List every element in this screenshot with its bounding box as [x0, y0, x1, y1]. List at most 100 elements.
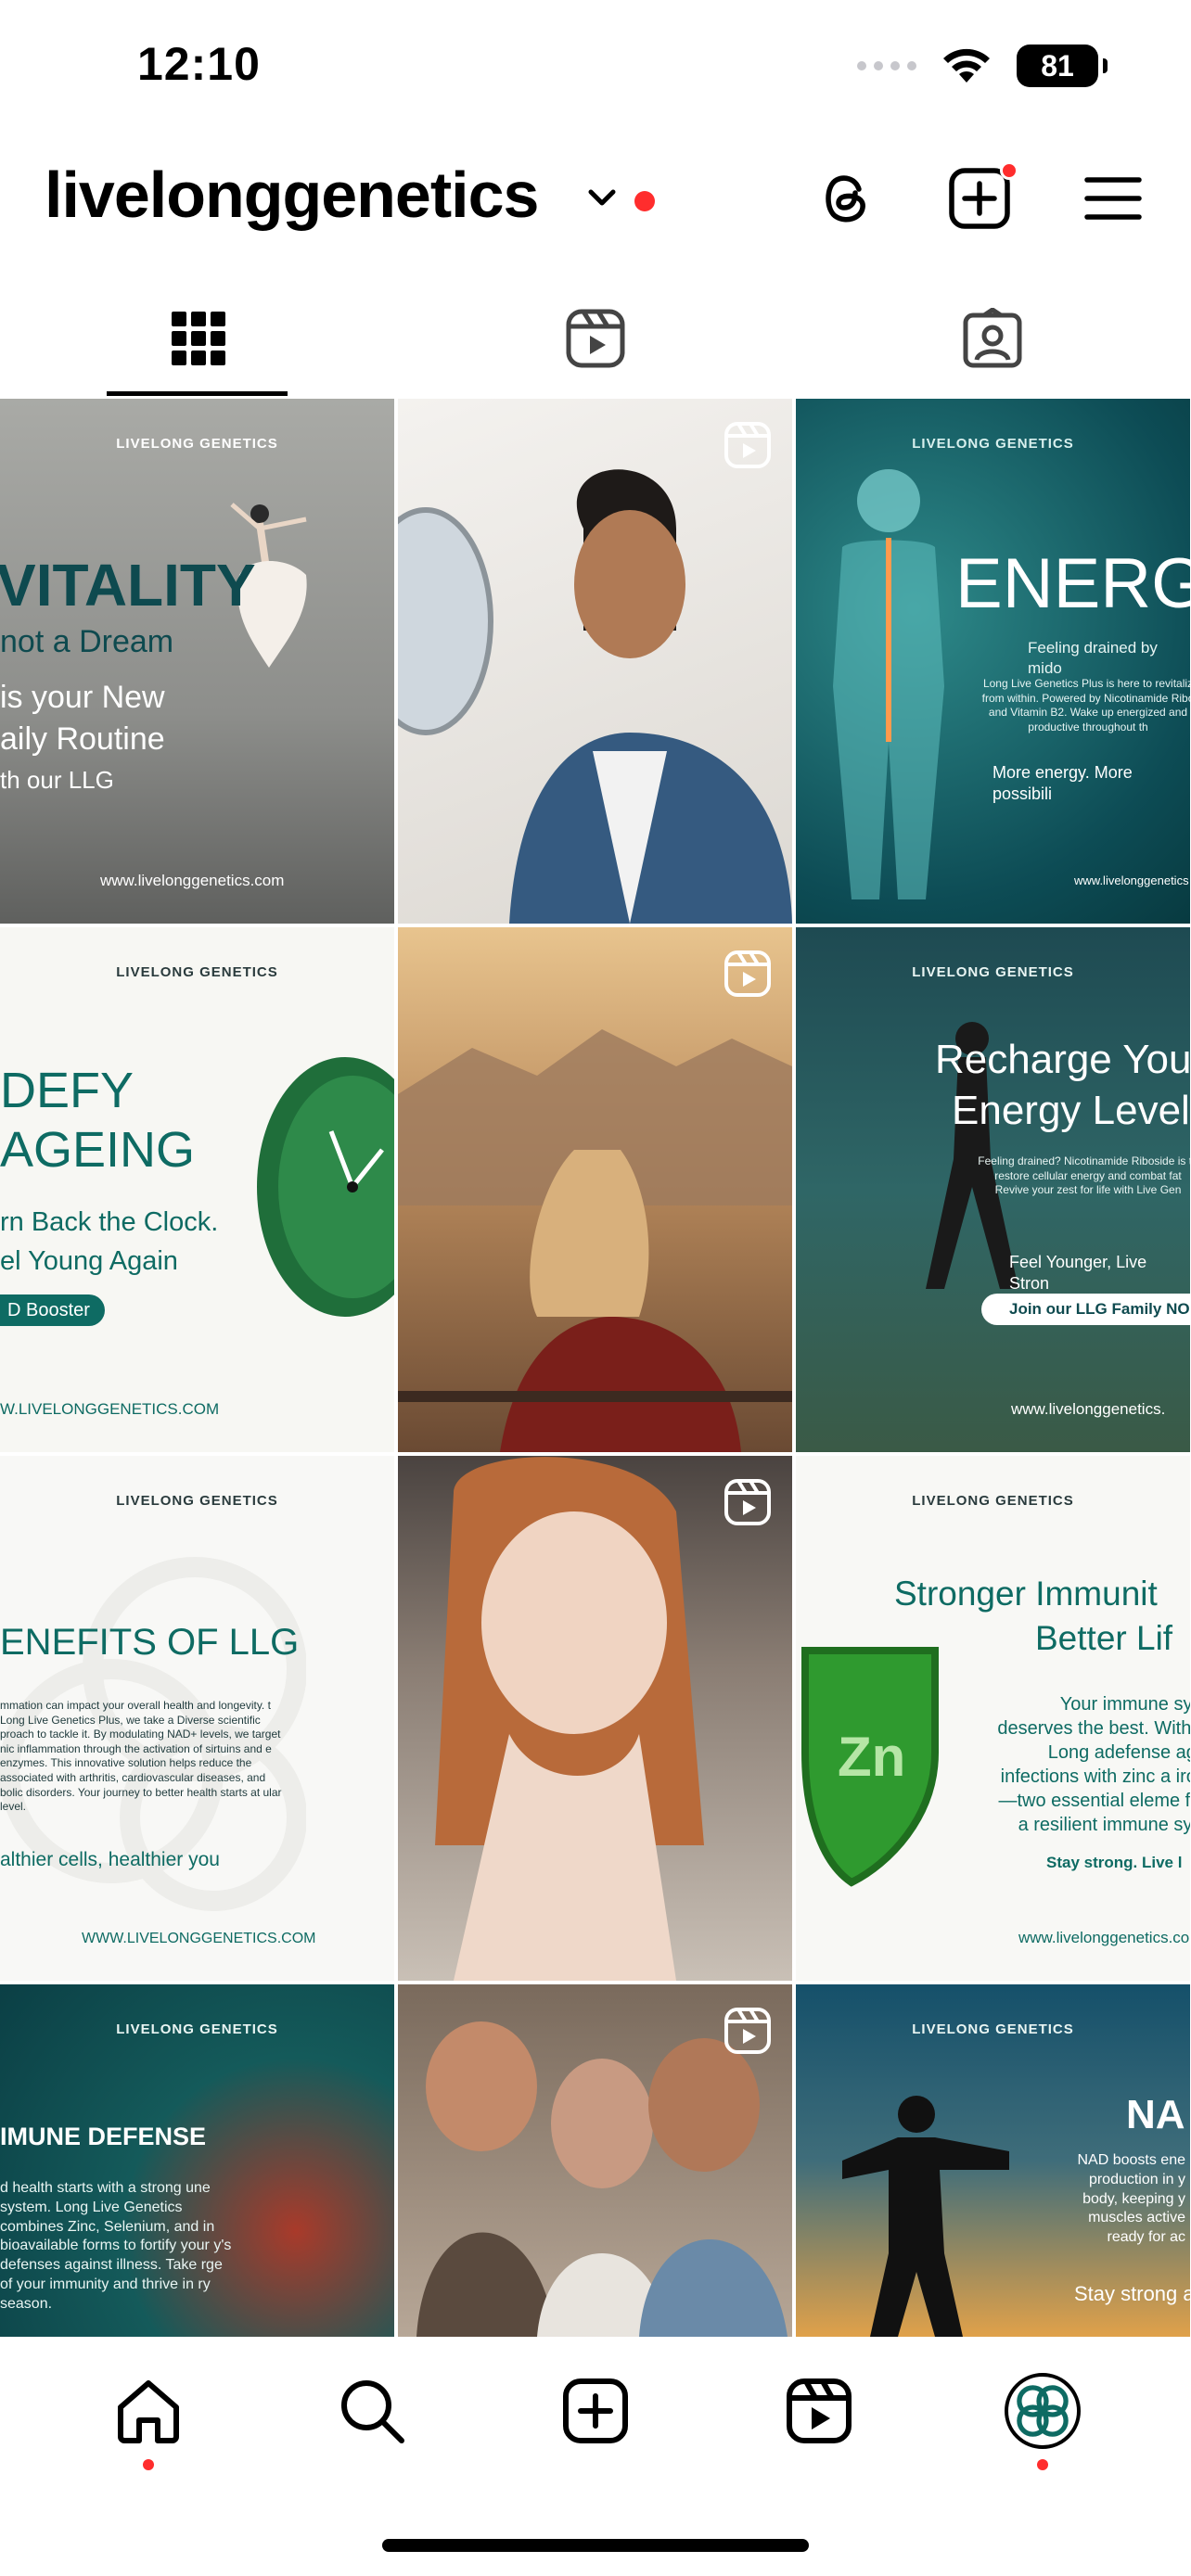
anatomy-image — [833, 469, 944, 899]
post-line: rn Back the Clock. — [0, 1207, 219, 1237]
post-title: NA — [1126, 2092, 1185, 2137]
account-switcher[interactable]: livelonggenetics — [45, 158, 539, 232]
threads-icon — [826, 175, 865, 223]
reels-icon — [566, 309, 625, 368]
post-title: Better Lif — [1035, 1619, 1173, 1657]
post-title: ENERGY — [955, 544, 1190, 623]
woman-mirror-image — [398, 469, 792, 924]
shield-badge-text: Zn — [838, 1726, 905, 1788]
post-tile[interactable]: LIVELONG GENETICS Recharge You Energy Le… — [796, 927, 1190, 1452]
reel-tile[interactable] — [398, 399, 792, 924]
post-logo: LIVELONG GENETICS — [912, 436, 1074, 452]
status-time: 12:10 — [137, 38, 261, 90]
post-url: www.livelonggenetics — [1074, 874, 1189, 887]
reel-tile[interactable] — [398, 1456, 792, 1981]
menu-button[interactable] — [1080, 165, 1146, 232]
status-icons: 81 — [857, 45, 1108, 87]
post-body: Your immune syst deserves the best. With… — [997, 1694, 1190, 1835]
chevron-down-icon[interactable] — [586, 182, 618, 213]
clock-image — [257, 1057, 394, 1317]
nav-create[interactable] — [549, 2365, 642, 2457]
menu-icon — [1084, 177, 1142, 220]
post-body: NAD boosts ene production in y body, kee… — [1077, 2152, 1185, 2246]
reel-indicator-icon — [724, 1479, 771, 1525]
reels-icon — [786, 2378, 852, 2443]
threads-button[interactable] — [813, 165, 879, 232]
status-bar: 12:10 81 — [0, 0, 1191, 139]
post-url: www.livelonggenetics. — [1011, 1400, 1166, 1418]
post-subtitle: not a Dream — [0, 624, 174, 659]
post-subtitle: Feeling drained by mido — [1028, 639, 1158, 678]
battery-level: 81 — [1041, 48, 1074, 83]
post-tile[interactable]: LIVELONG GENETICS Stronger Immunit Bette… — [796, 1456, 1190, 1981]
post-url: www.livelonggenetics.com — [1018, 1929, 1190, 1946]
post-tile[interactable]: LIVELONG GENETICS NA NAD boosts ene prod… — [796, 1984, 1190, 2337]
post-title: Stronger Immunit — [894, 1575, 1158, 1613]
post-line: is your New — [0, 680, 165, 715]
boxer-silhouette-image — [842, 2096, 1009, 2337]
post-logo: LIVELONG GENETICS — [912, 964, 1074, 980]
post-url: WWW.LIVELONGGENETICS.COM — [82, 1931, 316, 1946]
post-tile[interactable]: LIVELONG GENETICS DEFY AGEING rn Back th… — [0, 927, 394, 1452]
notification-dot — [634, 191, 655, 211]
post-logo: LIVELONG GENETICS — [912, 1493, 1074, 1509]
reel-indicator-icon — [724, 422, 771, 468]
post-tagline: Stay strong. Live l — [1046, 1854, 1183, 1871]
post-logo: LIVELONG GENETICS — [116, 964, 278, 980]
nav-reels[interactable] — [773, 2365, 865, 2457]
post-url: www.livelonggenetics.com — [100, 872, 285, 889]
reel-tile[interactable] — [398, 1984, 792, 2337]
post-logo: LIVELONG GENETICS — [912, 2021, 1074, 2037]
post-line: aily Routine — [0, 721, 165, 757]
bottom-tab-bar — [0, 2346, 1191, 2476]
post-title: AGEING — [0, 1122, 196, 1178]
battery-icon: 81 — [1017, 45, 1108, 87]
post-line: el Young Again — [0, 1246, 178, 1276]
post-line: th our LLG — [0, 766, 114, 794]
grid-icon — [172, 312, 225, 365]
reel-indicator-icon — [724, 950, 771, 997]
home-icon — [118, 2380, 180, 2443]
post-pill: D Booster — [0, 1294, 105, 1326]
post-title: ENEFITS OF LLG — [0, 1622, 300, 1663]
shield-image: Zn — [801, 1647, 939, 1887]
post-tile[interactable]: LIVELONG GENETICS ENEFITS OF LLG mmation… — [0, 1456, 394, 1981]
notification-dot — [1000, 161, 1018, 180]
posts-grid: LIVELONG GENETICS VITALITY not a Dream i… — [0, 399, 1191, 2337]
post-tagline: Feel Younger, Live Stron — [1009, 1253, 1147, 1294]
active-tab-indicator — [107, 391, 288, 396]
tab-grid[interactable] — [0, 278, 397, 399]
post-tagline: althier cells, healthier you — [0, 1849, 220, 1870]
avatar — [1004, 2373, 1081, 2449]
post-logo: LIVELONG GENETICS — [116, 436, 278, 452]
profile-tabs — [0, 278, 1191, 399]
nav-search[interactable] — [326, 2365, 418, 2457]
post-url: W.LIVELONGGENETICS.COM — [0, 1400, 220, 1418]
post-body: Feeling drained? Nicotinamide Riboside i… — [978, 1154, 1190, 1197]
post-body: mmation can impact your overall health a… — [0, 1699, 282, 1814]
nav-home[interactable] — [102, 2365, 195, 2470]
home-indicator — [382, 2539, 809, 2552]
post-tagline: More energy. More possibili — [992, 763, 1133, 804]
post-pill: Join our LLG Family NO — [981, 1294, 1190, 1325]
tab-tagged[interactable] — [794, 278, 1191, 399]
nav-home-badge — [143, 2459, 155, 2470]
reel-indicator-icon — [724, 2008, 771, 2054]
nav-profile-badge — [1036, 2459, 1048, 2470]
reel-tile[interactable] — [398, 927, 792, 1452]
wifi-icon — [943, 48, 990, 83]
create-icon — [562, 2378, 628, 2443]
nav-profile[interactable] — [996, 2365, 1089, 2470]
post-tile[interactable]: LIVELONG GENETICS ENERGY Feeling drained… — [796, 399, 1190, 924]
create-post-button[interactable] — [946, 161, 1018, 232]
post-title: DEFY — [0, 1063, 134, 1118]
woman-portrait-image — [435, 1457, 704, 1981]
post-logo: LIVELONG GENETICS — [116, 1493, 278, 1509]
profile-header: livelonggenetics — [0, 148, 1191, 250]
post-title: Energy Level — [952, 1088, 1190, 1133]
post-tile[interactable]: LIVELONG GENETICS VITALITY not a Dream i… — [0, 399, 394, 924]
post-body: d health starts with a strong une system… — [0, 2180, 232, 2312]
post-tile[interactable]: LIVELONG GENETICS IMUNE DEFENSE d health… — [0, 1984, 394, 2337]
tab-reels[interactable] — [397, 278, 794, 399]
tagged-icon — [963, 308, 1022, 368]
